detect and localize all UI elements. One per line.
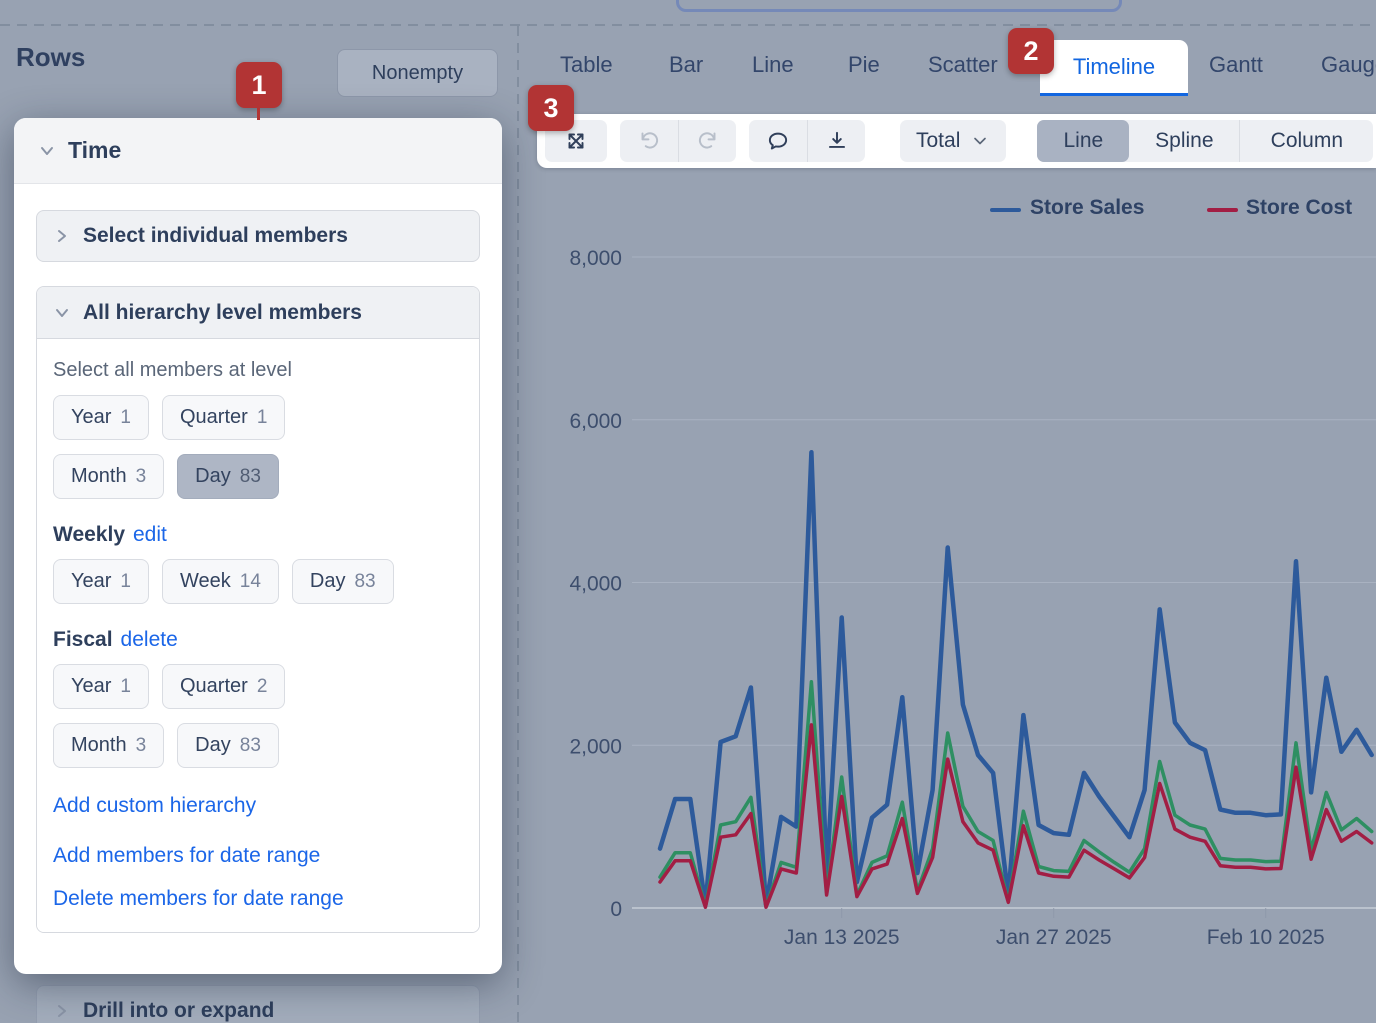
tab-gantt[interactable]: Gantt: [1209, 52, 1263, 78]
active-tab-underline: [1040, 93, 1188, 96]
level-chip-quarter[interactable]: Quarter1: [162, 395, 285, 440]
section-bar-label: All hierarchy level members: [83, 301, 362, 325]
app-root: Rows Nonempty 1 2 3 Time Select individu…: [0, 0, 1376, 1023]
level-chip-month[interactable]: Month3: [53, 454, 164, 499]
fiscal-chip-day[interactable]: Day83: [177, 723, 279, 768]
fiscal-chip-month[interactable]: Month3: [53, 723, 164, 768]
weekly-edit-link[interactable]: edit: [133, 523, 167, 546]
svg-text:2,000: 2,000: [569, 735, 622, 758]
select-individual-members-bar[interactable]: Select individual members: [36, 210, 480, 262]
chart-toolbar: Total Line Spline Column: [537, 114, 1376, 168]
time-title: Time: [68, 137, 121, 164]
tab-timeline-active[interactable]: Timeline: [1040, 40, 1188, 94]
level-chip-day-selected[interactable]: Day83: [177, 454, 279, 499]
rows-panel-title: Rows: [16, 42, 85, 73]
undo-icon: [636, 128, 662, 154]
fiscal-group-title: Fiscaldelete: [53, 628, 463, 652]
tab-pie[interactable]: Pie: [848, 52, 880, 78]
cut-off-report-field[interactable]: [676, 0, 1122, 12]
tab-table[interactable]: Table: [560, 52, 613, 78]
add-custom-hierarchy-link[interactable]: Add custom hierarchy: [53, 794, 463, 818]
time-section-header[interactable]: Time: [14, 118, 502, 184]
time-hierarchy-popup: Time Select individual members All hiera…: [14, 118, 502, 974]
tab-line[interactable]: Line: [752, 52, 794, 78]
svg-text:Jan 27 2025: Jan 27 2025: [996, 926, 1112, 949]
drill-bar-label: Drill into or expand: [83, 999, 274, 1023]
undo-button[interactable]: [620, 120, 678, 162]
tour-badge-1-pointer: [257, 107, 260, 120]
download-button[interactable]: [807, 120, 865, 162]
legend-dash-store-cost: [1207, 208, 1238, 212]
section-bar-label: Select individual members: [83, 224, 348, 248]
tour-badge-3: 3: [528, 85, 574, 131]
weekly-chip-week[interactable]: Week14: [162, 559, 279, 604]
legend-label-store-sales[interactable]: Store Sales: [1030, 196, 1144, 220]
redo-button[interactable]: [678, 120, 736, 162]
weekly-chip-day[interactable]: Day83: [292, 559, 394, 604]
comment-icon: [765, 128, 791, 154]
fiscal-delete-link[interactable]: delete: [121, 628, 178, 651]
chevron-down-icon: [38, 142, 56, 160]
select-all-members-label: Select all members at level: [53, 359, 463, 382]
mode-column-button[interactable]: Column: [1239, 120, 1373, 162]
timeline-line-chart[interactable]: 0 2,000 4,000 6,000 8,000 Jan 13 2025 Jan 27 2…: [537, 230, 1376, 1000]
drill-into-or-expand-bar[interactable]: Drill into or expand: [36, 985, 480, 1023]
svg-text:8,000: 8,000: [569, 247, 622, 270]
all-hierarchy-level-members-section: All hierarchy level members Select all m…: [36, 286, 480, 933]
delete-members-date-range-link[interactable]: Delete members for date range: [53, 881, 463, 916]
chevron-down-icon: [53, 304, 71, 322]
download-icon: [824, 128, 850, 154]
legend-label-store-cost[interactable]: Store Cost: [1246, 196, 1352, 220]
chevron-right-icon: [53, 227, 71, 245]
svg-text:Feb 10 2025: Feb 10 2025: [1207, 926, 1325, 949]
chevron-down-icon: [970, 131, 990, 151]
horizontal-dashed-divider: [0, 24, 1376, 26]
level-chip-year[interactable]: Year1: [53, 395, 149, 440]
tab-gauge[interactable]: Gauge: [1321, 52, 1376, 78]
tab-scatter[interactable]: Scatter: [928, 52, 998, 78]
tour-badge-2: 2: [1008, 28, 1054, 74]
fiscal-chip-quarter[interactable]: Quarter2: [162, 664, 285, 709]
weekly-group-title: Weeklyedit: [53, 523, 463, 547]
comment-button[interactable]: [749, 120, 807, 162]
total-dropdown[interactable]: Total: [900, 120, 1006, 162]
hierarchy-levels-content: Select all members at level Year1 Quarte…: [37, 339, 479, 932]
chevron-right-icon: [53, 1002, 71, 1020]
svg-text:0: 0: [610, 898, 622, 921]
total-dropdown-label: Total: [916, 129, 960, 153]
weekly-chip-year[interactable]: Year1: [53, 559, 149, 604]
vertical-dashed-divider: [517, 26, 519, 1023]
chart-mode-segmented-control: Line Spline Column: [1037, 120, 1373, 162]
all-hierarchy-level-members-bar[interactable]: All hierarchy level members: [37, 287, 479, 339]
legend-dash-store-sales: [990, 208, 1021, 212]
expand-icon: [563, 128, 589, 154]
redo-icon: [695, 128, 721, 154]
svg-text:Jan 13 2025: Jan 13 2025: [784, 926, 900, 949]
svg-text:4,000: 4,000: [569, 573, 622, 596]
fiscal-chip-year[interactable]: Year1: [53, 664, 149, 709]
nonempty-button[interactable]: Nonempty: [337, 49, 498, 97]
mode-line-button[interactable]: Line: [1037, 120, 1129, 162]
tab-bar[interactable]: Bar: [669, 52, 703, 78]
svg-text:6,000: 6,000: [569, 410, 622, 433]
mode-spline-button[interactable]: Spline: [1129, 120, 1239, 162]
tour-badge-1: 1: [236, 62, 282, 108]
add-members-date-range-link[interactable]: Add members for date range: [53, 838, 463, 873]
